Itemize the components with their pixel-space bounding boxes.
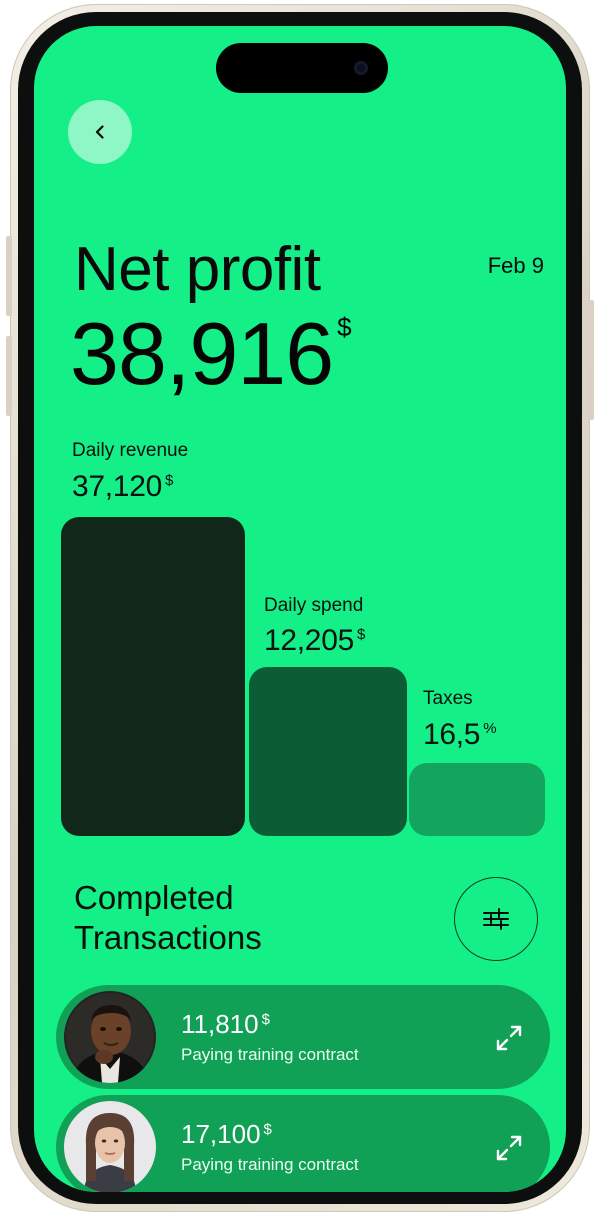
daily-revenue-unit: $ [164,472,174,489]
spend-bar[interactable] [249,667,407,836]
transaction-unit: $ [263,1121,272,1138]
daily-spend-label: Daily spend [264,595,364,616]
transaction-amount: 11,810 $ [181,1009,270,1040]
transaction-amount-value: 11,810 [181,1009,259,1039]
avatar-man-icon [64,991,156,1083]
section-title-line1: Completed [74,879,234,916]
filter-button[interactable] [454,877,538,961]
net-profit-value: 38,916 [70,304,334,403]
transaction-amount: 17,100 $ [181,1119,272,1150]
transaction-description: Paying training contract [181,1155,359,1174]
taxes-value: 16,5% [423,718,497,752]
daily-spend-unit: $ [356,626,366,643]
expand-icon[interactable] [494,1133,524,1163]
phone-side-button [588,300,594,420]
transaction-amount-value: 17,100 [181,1119,261,1149]
section-title: Completed Transactions [74,878,374,958]
date-label: Feb 9 [487,253,544,278]
sliders-icon [483,908,509,930]
taxes-unit: % [483,720,497,737]
revenue-bar[interactable] [61,517,245,836]
taxes-amount: 16,5 [423,718,481,751]
taxes-label: Taxes [423,688,473,709]
daily-spend-amount: 12,205 [264,624,354,657]
daily-revenue-amount: 37,120 [72,470,162,503]
daily-revenue-value: 37,120 $ [72,470,173,504]
daily-spend-value: 12,205 $ [264,624,365,658]
currency-unit: $ [337,312,352,342]
taxes-bar[interactable] [409,763,545,836]
app-screen: Net profit Feb 9 38,916 $ Daily revenue 3… [34,26,566,1192]
net-profit-amount: 38,916 $ [70,310,352,398]
phone-side-button [6,336,12,416]
page-title: Net profit [74,235,321,304]
transaction-row[interactable]: 17,100 $ Paying training contract [56,1095,550,1192]
expand-icon[interactable] [494,1023,524,1053]
transaction-row[interactable]: 11,810 $ Paying training contract [56,985,550,1089]
daily-revenue-label: Daily revenue [72,440,189,461]
back-button[interactable] [68,100,132,164]
dynamic-island [216,43,388,93]
chevron-left-icon [95,125,104,139]
camera-icon [354,61,368,75]
avatar [64,1101,156,1192]
section-title-line2: Transactions [74,919,262,956]
avatar [64,991,156,1083]
avatar-woman-icon [64,1101,156,1192]
transaction-unit: $ [261,1011,270,1028]
transaction-description: Paying training contract [181,1045,359,1064]
phone-side-button [6,236,12,316]
